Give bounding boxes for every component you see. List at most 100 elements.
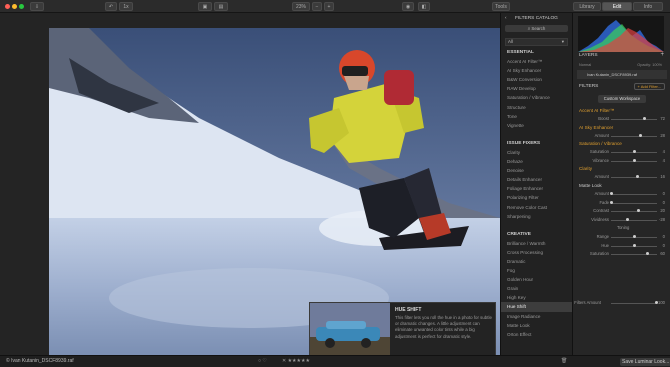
undo-icon[interactable]: ↶: [105, 2, 117, 11]
tab-edit[interactable]: Edit: [602, 2, 632, 11]
slider-knob[interactable]: [638, 133, 642, 137]
slider-value: 60: [660, 251, 665, 257]
catalog-item[interactable]: High Key: [501, 293, 572, 302]
filter-slider-row[interactable]: Vibrance 4: [573, 157, 670, 166]
filter-slider-row[interactable]: Contrast 20: [573, 207, 670, 216]
catalog-item[interactable]: Structure: [501, 103, 572, 112]
catalog-item[interactable]: Image Radiance: [501, 312, 572, 321]
status-bar: © Ivan Kutanin_DSCF8939.raf ○ ♡ ✕ ★★★★★ …: [0, 355, 670, 367]
zoom-in-button[interactable]: +: [324, 2, 334, 11]
star-rating[interactable]: ✕ ★★★★★: [282, 356, 310, 367]
compare-icon[interactable]: ▤: [214, 2, 228, 11]
filter-group-header[interactable]: AI Sky Enhancer: [573, 124, 670, 132]
filter-slider-row[interactable]: Amount 28: [573, 132, 670, 141]
catalog-item[interactable]: Foliage Enhancer: [501, 184, 572, 193]
filter-slider-row[interactable]: Saturation 60: [573, 250, 670, 259]
catalog-item[interactable]: Clarity: [501, 148, 572, 157]
workspace-select[interactable]: Custom Workspace: [598, 95, 646, 103]
filter-slider-row[interactable]: Boost 72: [573, 115, 670, 124]
trash-icon[interactable]: 🗑: [561, 356, 567, 367]
zoom-out-button[interactable]: −: [312, 2, 322, 11]
catalog-item[interactable]: RAW Develop: [501, 84, 572, 93]
tab-library[interactable]: Library: [573, 2, 601, 11]
slider-knob[interactable]: [632, 234, 636, 238]
filter-group-header[interactable]: Clarity: [573, 165, 670, 173]
catalog-item[interactable]: Brilliance / Warmth: [501, 239, 572, 248]
filter-slider-row[interactable]: Vividness -28: [573, 216, 670, 225]
filter-slider-row[interactable]: Range 0: [573, 233, 670, 242]
import-button[interactable]: ⇩: [30, 2, 44, 11]
filters-amount-track[interactable]: [611, 303, 657, 304]
filter-group-header[interactable]: Saturation / Vibrance: [573, 140, 670, 148]
slider-track[interactable]: [611, 211, 657, 213]
slider-track[interactable]: [611, 193, 657, 195]
save-look-button[interactable]: Save Luminar Look...: [620, 358, 670, 366]
add-layer-icon[interactable]: +: [660, 52, 664, 58]
slider-track[interactable]: [611, 219, 657, 221]
filter-group-header[interactable]: Matte Look: [573, 182, 670, 190]
catalog-item[interactable]: Dehaze: [501, 157, 572, 166]
zoom-level[interactable]: 23%: [292, 2, 310, 11]
filters-amount-row[interactable]: Filters Amount 100: [573, 299, 670, 308]
slider-knob[interactable]: [626, 217, 630, 221]
minimize-window-icon[interactable]: [12, 4, 17, 9]
filter-slider-row[interactable]: Saturation 4: [573, 148, 670, 157]
slider-knob[interactable]: [642, 117, 646, 120]
catalog-item[interactable]: Grain: [501, 284, 572, 293]
slider-track[interactable]: [611, 177, 657, 179]
catalog-item[interactable]: Cross Processing: [501, 248, 572, 257]
flag-icon[interactable]: ○ ♡: [258, 356, 267, 367]
catalog-item[interactable]: Hue Shift: [501, 302, 572, 312]
slider-track[interactable]: [611, 202, 657, 204]
catalog-section-title: CREATIVE: [507, 231, 531, 237]
filter-slider-row[interactable]: Amount 16: [573, 173, 670, 182]
catalog-item[interactable]: Remove Color Cast: [501, 203, 572, 212]
catalog-item[interactable]: Saturation / Vibrance: [501, 93, 572, 102]
catalog-category-select[interactable]: All ▾: [505, 38, 568, 46]
tab-info[interactable]: Info: [633, 2, 663, 11]
history-button[interactable]: 1x: [119, 2, 133, 11]
catalog-item[interactable]: Matte Look: [501, 321, 572, 330]
add-filter-button[interactable]: + Add Filter...: [633, 83, 665, 90]
slider-track[interactable]: [611, 135, 657, 137]
layout-icon[interactable]: ▣: [198, 2, 212, 11]
slider-value: 28: [660, 132, 665, 138]
tools-button[interactable]: Tools: [492, 2, 510, 11]
layer-row[interactable]: Ivan Kutanin_DSCF8939.raf: [577, 70, 667, 79]
catalog-item[interactable]: Polarizing Filter: [501, 193, 572, 202]
back-arrow-icon[interactable]: ‹: [505, 13, 507, 24]
layer-name: Ivan Kutanin_DSCF8939.raf: [587, 72, 638, 77]
slider-knob[interactable]: [609, 191, 613, 195]
filter-slider-row[interactable]: Fade 0: [573, 199, 670, 208]
catalog-item[interactable]: Sharpening: [501, 212, 572, 221]
slider-track[interactable]: [611, 119, 657, 120]
catalog-item[interactable]: Orton Effect: [501, 330, 572, 339]
eye-icon[interactable]: ◉: [402, 2, 414, 11]
filter-group-header[interactable]: Accent AI Filter™: [573, 107, 670, 115]
filter-slider-row[interactable]: Toning: [573, 224, 670, 233]
filter-slider-row[interactable]: Amount 0: [573, 190, 670, 199]
catalog-item[interactable]: Details Enhancer: [501, 175, 572, 184]
catalog-item[interactable]: AI Sky Enhancer: [501, 66, 572, 75]
slider-knob[interactable]: [609, 200, 613, 204]
catalog-item[interactable]: Accent AI Filter™: [501, 57, 572, 66]
slider-knob[interactable]: [632, 243, 636, 247]
slider-track[interactable]: [611, 254, 657, 256]
layer-opacity[interactable]: Opacity: 100%: [637, 63, 662, 67]
filters-amount-label: Filters Amount: [574, 300, 601, 305]
split-view-icon[interactable]: ◧: [418, 2, 430, 11]
catalog-item[interactable]: B&W Conversion: [501, 75, 572, 84]
close-window-icon[interactable]: [5, 4, 10, 9]
filter-slider-row[interactable]: Hue 0: [573, 242, 670, 251]
catalog-item[interactable]: Golden Hour: [501, 275, 572, 284]
catalog-item[interactable]: Fog: [501, 266, 572, 275]
search-icon: ⌕: [527, 26, 531, 31]
slider-value: 72: [660, 116, 665, 121]
blend-mode-select[interactable]: Normal: [579, 63, 591, 67]
catalog-item[interactable]: Tone: [501, 112, 572, 121]
catalog-item[interactable]: Dramatic: [501, 257, 572, 266]
catalog-item[interactable]: Denoise: [501, 166, 572, 175]
catalog-item[interactable]: Vignette: [501, 121, 572, 130]
zoom-window-icon[interactable]: [19, 4, 24, 9]
catalog-search-input[interactable]: ⌕ Search: [505, 25, 568, 32]
